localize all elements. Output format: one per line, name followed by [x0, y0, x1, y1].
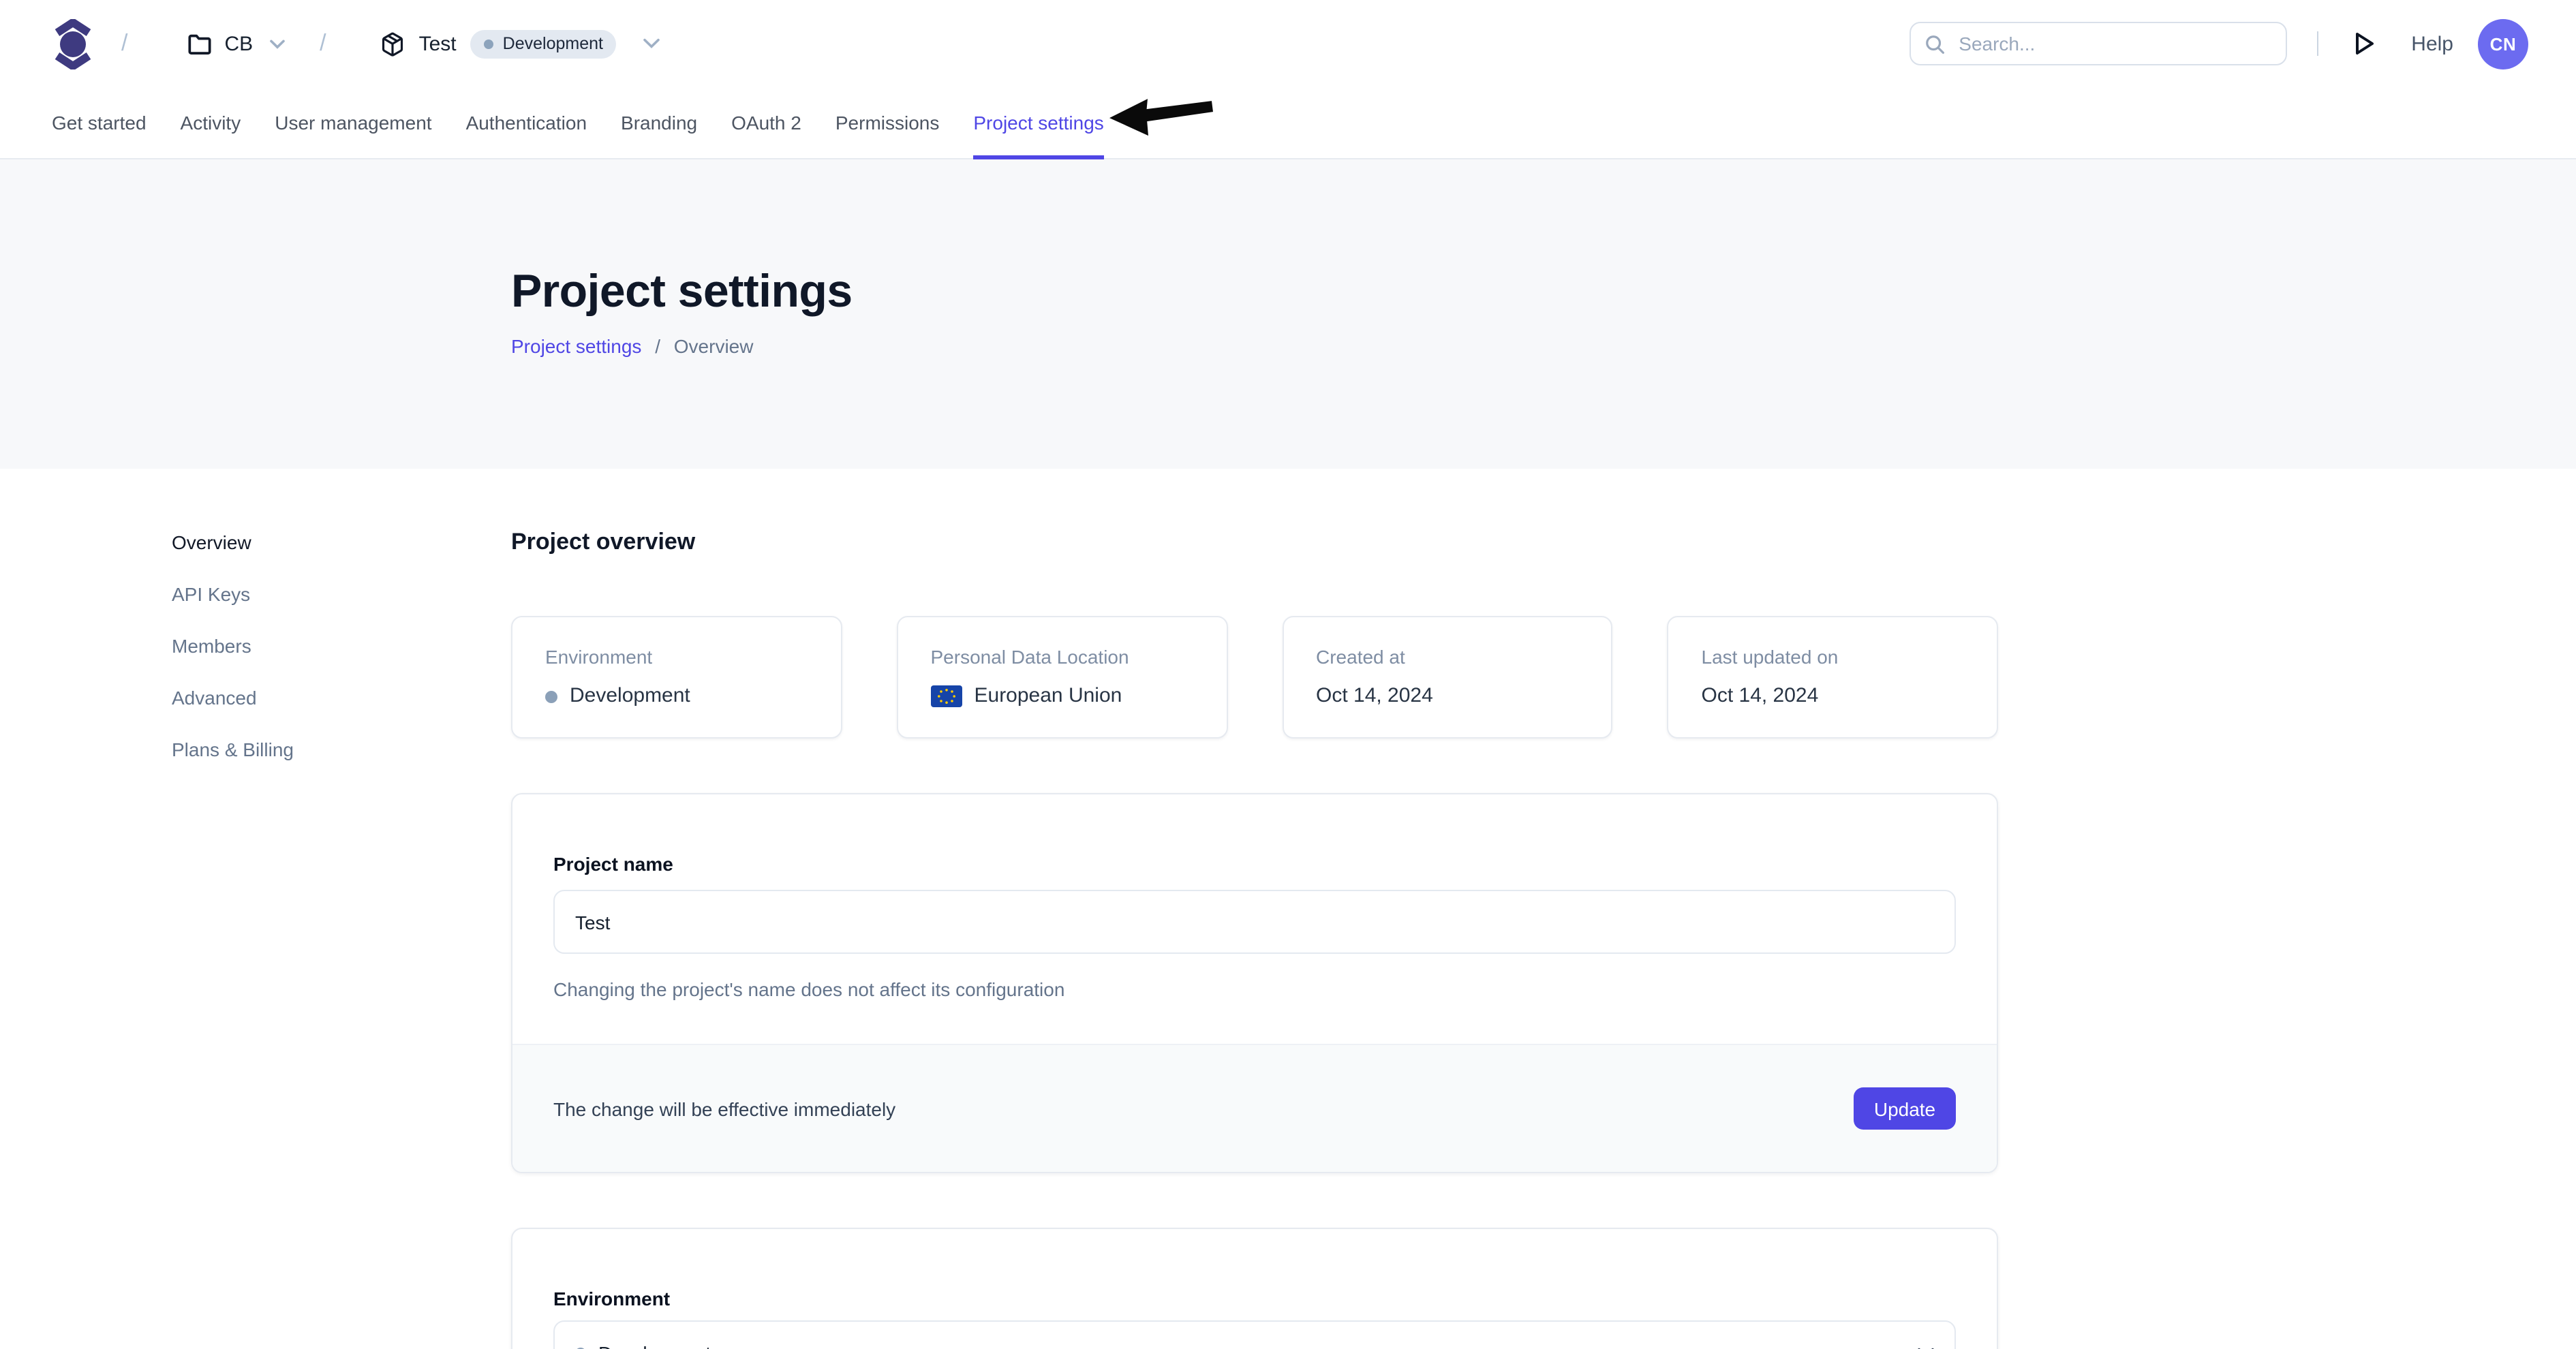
- tab-user-management[interactable]: User management: [275, 87, 431, 159]
- sidebar-item-advanced[interactable]: Advanced: [172, 684, 511, 711]
- environment-badge-label: Development: [503, 34, 603, 53]
- top-bar: / CB / Test Development: [0, 0, 2576, 87]
- project-name-panel: Project name Changing the project's name…: [511, 793, 1998, 1173]
- section-title: Project overview: [511, 529, 1998, 556]
- tab-activity[interactable]: Activity: [181, 87, 241, 159]
- update-button[interactable]: Update: [1854, 1087, 1956, 1130]
- annotation-arrow-icon: [1105, 92, 1214, 142]
- breadcrumb-separator: /: [655, 335, 660, 357]
- hanko-logo-icon[interactable]: [52, 18, 94, 69]
- sidebar-item-api-keys[interactable]: API Keys: [172, 580, 511, 608]
- play-icon[interactable]: [2354, 31, 2376, 56]
- card-label: Created at: [1316, 643, 1579, 670]
- environment-select-value: Development: [598, 1342, 711, 1349]
- breadcrumb-separator: /: [320, 30, 326, 57]
- content-area: Overview API Keys Members Advanced Plans…: [0, 469, 2576, 1349]
- environment-badge: Development: [470, 29, 617, 58]
- project-name[interactable]: Test: [419, 32, 457, 55]
- environment-select[interactable]: Development: [553, 1320, 1956, 1349]
- card-value: European Union: [975, 683, 1122, 710]
- environment-label: Environment: [553, 1286, 1956, 1311]
- card-value: Oct 14, 2024: [1316, 683, 1433, 710]
- card-created-at: Created at Oct 14, 2024: [1282, 616, 1613, 739]
- package-icon: [381, 31, 405, 57]
- status-dot: [545, 690, 557, 702]
- card-environment: Environment Development: [511, 616, 842, 739]
- project-name-footer: The change will be effective immediately…: [512, 1044, 1997, 1172]
- page-breadcrumb: Project settings / Overview: [511, 335, 2576, 357]
- top-bar-actions: Help CN: [1910, 18, 2528, 69]
- main-nav-tabs: Get started Activity User management Aut…: [0, 87, 2576, 159]
- page-header: Project settings Project settings / Over…: [0, 159, 2576, 469]
- search-icon: [1925, 33, 1945, 54]
- tab-authentication[interactable]: Authentication: [466, 87, 587, 159]
- project-name-label: Project name: [553, 852, 1956, 876]
- card-last-updated: Last updated on Oct 14, 2024: [1668, 616, 1999, 739]
- tab-project-settings-label: Project settings: [973, 112, 1103, 134]
- breadcrumb-link-project-settings[interactable]: Project settings: [511, 335, 641, 357]
- project-name-input[interactable]: [553, 890, 1956, 954]
- environment-panel: Environment Development: [511, 1228, 1998, 1349]
- breadcrumb: / CB / Test Development: [52, 18, 660, 69]
- page-title: Project settings: [511, 266, 2576, 317]
- overview-cards: Environment Development Personal Data Lo…: [511, 616, 1998, 739]
- org-name[interactable]: CB: [224, 32, 253, 55]
- card-value: Development: [570, 683, 690, 710]
- tab-branding[interactable]: Branding: [621, 87, 697, 159]
- tab-project-settings[interactable]: Project settings: [973, 87, 1103, 159]
- tab-get-started[interactable]: Get started: [52, 87, 147, 159]
- tab-permissions[interactable]: Permissions: [835, 87, 940, 159]
- sidebar-item-plans-billing[interactable]: Plans & Billing: [172, 736, 511, 763]
- divider: [2317, 31, 2318, 56]
- breadcrumb-separator: /: [121, 30, 127, 57]
- avatar[interactable]: CN: [2478, 18, 2528, 69]
- folder-icon: [187, 33, 211, 54]
- status-dot: [484, 39, 493, 48]
- card-personal-data-location: Personal Data Location: [897, 616, 1228, 739]
- card-label: Last updated on: [1702, 643, 1965, 670]
- eu-flag-icon: [931, 685, 962, 707]
- breadcrumb-current: Overview: [674, 335, 754, 357]
- search-input[interactable]: [1956, 31, 2272, 56]
- tab-oauth-2[interactable]: OAuth 2: [731, 87, 801, 159]
- card-label: Environment: [545, 643, 808, 670]
- main-panel: Project overview Environment Development…: [511, 529, 1998, 1349]
- footer-note: The change will be effective immediately: [553, 1098, 895, 1119]
- project-name-helper: Changing the project's name does not aff…: [553, 976, 1956, 1003]
- sidebar-item-overview[interactable]: Overview: [172, 529, 511, 556]
- chevron-down-icon[interactable]: [644, 38, 660, 49]
- card-value: Oct 14, 2024: [1702, 683, 1819, 710]
- chevron-down-icon[interactable]: [269, 39, 284, 48]
- card-label: Personal Data Location: [931, 643, 1194, 670]
- search-box[interactable]: [1910, 22, 2287, 65]
- sidebar-item-members[interactable]: Members: [172, 632, 511, 660]
- help-link[interactable]: Help: [2411, 32, 2453, 55]
- settings-sidebar: Overview API Keys Members Advanced Plans…: [172, 529, 511, 1349]
